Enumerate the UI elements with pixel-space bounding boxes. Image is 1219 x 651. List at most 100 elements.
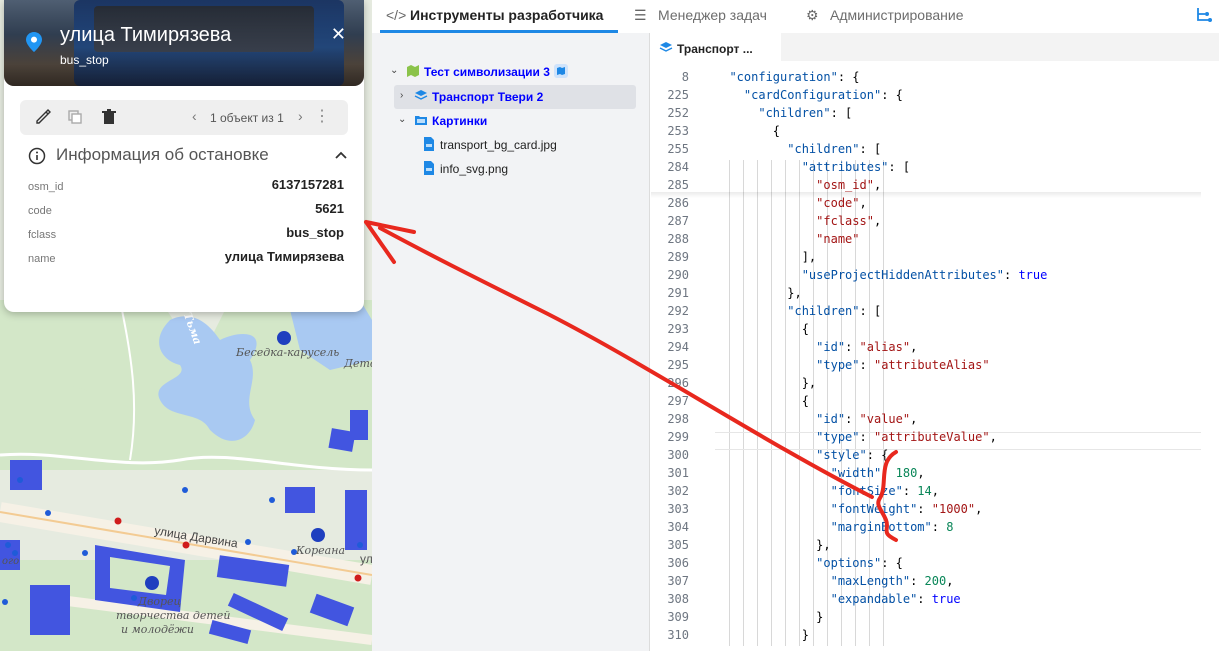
tree-item-folder[interactable]: ⌄ Картинки [394, 109, 634, 133]
code-line[interactable]: "useProjectHiddenAttributes": true [715, 268, 1048, 282]
edit-icon[interactable] [34, 108, 52, 126]
editor-tab[interactable]: Транспорт ... [651, 33, 781, 61]
map-badge-icon [554, 64, 568, 78]
card-title: улица Тимирязева [60, 24, 232, 46]
code-line[interactable]: }, [715, 286, 801, 300]
tree-item-file[interactable]: info_svg.png [422, 157, 632, 181]
tab-task-manager[interactable]: ☰ Менеджер задач [634, 0, 767, 33]
code-editor: Транспорт ... 8 "configuration": {225 "c… [651, 33, 1219, 651]
code-line[interactable]: }, [715, 376, 816, 390]
map-label-koreana: Кореана [296, 544, 346, 557]
code-line[interactable]: "id": "alias", [715, 340, 917, 354]
line-number: 296 [667, 376, 689, 390]
code-line[interactable]: "children": [ [715, 106, 852, 120]
image-file-icon [424, 137, 434, 151]
close-icon[interactable]: ✕ [331, 24, 346, 45]
card-subtitle: bus_stop [60, 53, 109, 67]
code-line[interactable]: "children": [ [715, 304, 881, 318]
chevron-down-icon[interactable]: ⌄ [398, 114, 406, 125]
code-line[interactable]: "configuration": { [715, 70, 859, 84]
code-line[interactable]: "options": { [715, 556, 903, 570]
code-line[interactable]: "children": [ [715, 142, 881, 156]
section-header[interactable]: Информация об остановке [28, 145, 348, 167]
code-area[interactable]: 8 "configuration": {225 "cardConfigurati… [651, 70, 1219, 651]
code-icon: </> [386, 7, 407, 23]
line-number: 295 [667, 358, 689, 372]
tree-item-project[interactable]: ⌄ Тест символизации 3 [388, 60, 628, 84]
line-number: 287 [667, 214, 689, 228]
code-line[interactable]: "cardConfiguration": { [715, 88, 903, 102]
image-file-icon [424, 161, 434, 175]
line-number: 252 [667, 106, 689, 120]
code-line[interactable]: "marginBottom": 8 [715, 520, 954, 534]
top-navigation: </> Инструменты разработчика ☰ Менеджер за… [372, 0, 1219, 33]
attribute-row: code 5621 [28, 201, 344, 221]
code-line[interactable]: "maxLength": 200, [715, 574, 954, 588]
prev-object-button[interactable]: ‹ [192, 108, 197, 124]
line-number: 253 [667, 124, 689, 138]
tab-developer-tools[interactable]: </> Инструменты разработчика [386, 0, 603, 33]
attribute-value: 6137157281 [271, 177, 344, 192]
delete-icon[interactable] [100, 108, 118, 126]
next-object-button[interactable]: › [298, 108, 303, 124]
tree-item-layer[interactable]: › Транспорт Твери 2 [394, 85, 636, 109]
chevron-down-icon[interactable]: ⌄ [390, 65, 398, 76]
code-line[interactable]: "type": "attributeAlias" [715, 358, 989, 372]
code-line[interactable]: "id": "value", [715, 412, 917, 426]
folder-icon [415, 116, 427, 125]
tree-item-label: Картинки [432, 114, 488, 128]
object-card: улица Тимирязева bus_stop ✕ ‹ 1 объект и… [4, 0, 364, 312]
chevron-up-icon[interactable] [334, 149, 348, 163]
code-line[interactable]: } [715, 610, 823, 624]
line-number: 225 [667, 88, 689, 102]
code-line[interactable]: "fclass", [715, 214, 881, 228]
line-number: 309 [667, 610, 689, 624]
code-line[interactable]: { [715, 322, 809, 336]
code-line[interactable]: "fontSize": 14, [715, 484, 939, 498]
attribute-row: osm_id 6137157281 [28, 177, 344, 197]
tree-item-label: Тест символизации 3 [424, 65, 550, 79]
map-label-dety: Дето [344, 357, 372, 370]
code-line[interactable]: { [715, 124, 780, 138]
line-number: 285 [667, 178, 689, 192]
chevron-right-icon[interactable]: › [400, 90, 403, 101]
map-label-gazebo: Беседка-карусель [236, 346, 340, 359]
code-line[interactable]: "style": { [715, 448, 888, 462]
code-line[interactable]: "code", [715, 196, 867, 210]
line-number: 303 [667, 502, 689, 516]
admin-settings-icon: ⚙ [806, 7, 819, 23]
map-label-fragment: ого [2, 556, 20, 567]
attribute-value: 5621 [315, 201, 344, 216]
pager-text: 1 объект из 1 [210, 111, 284, 125]
map-icon [407, 65, 419, 77]
code-line[interactable]: } [715, 628, 809, 642]
line-number: 291 [667, 286, 689, 300]
code-line[interactable]: "name" [715, 232, 859, 246]
code-line[interactable]: "fontWeight": "1000", [715, 502, 983, 516]
editor-tab-bar: Транспорт ... [651, 33, 1219, 61]
code-line[interactable]: "attributes": [ [715, 160, 910, 174]
tree-item-file[interactable]: transport_bg_card.jpg [422, 133, 632, 157]
code-line[interactable]: "osm_id", [715, 178, 881, 192]
code-line[interactable]: }, [715, 538, 830, 552]
line-number: 289 [667, 250, 689, 264]
attribute-row: fclass bus_stop [28, 225, 344, 245]
tab-label: Менеджер задач [658, 7, 767, 23]
project-tree: ⌄ Тест символизации 3 › Транспорт Твери … [372, 33, 650, 651]
code-line[interactable]: "width": 180, [715, 466, 925, 480]
code-line[interactable]: "expandable": true [715, 592, 961, 606]
code-line[interactable]: "type": "attributeValue", [715, 430, 997, 444]
tab-administration[interactable]: ⚙ Администрирование [806, 0, 964, 33]
tree-settings-icon[interactable] [1195, 6, 1213, 24]
more-menu-icon[interactable]: ⋮ [314, 106, 330, 126]
layer-icon [414, 90, 428, 100]
line-number: 301 [667, 466, 689, 480]
code-line[interactable]: ], [715, 250, 816, 264]
line-number: 302 [667, 484, 689, 498]
copy-icon[interactable] [66, 108, 84, 126]
line-number: 284 [667, 160, 689, 174]
attribute-key: name [28, 253, 56, 265]
code-line[interactable]: { [715, 394, 809, 408]
line-number: 307 [667, 574, 689, 588]
tree-item-label: info_svg.png [440, 162, 509, 176]
